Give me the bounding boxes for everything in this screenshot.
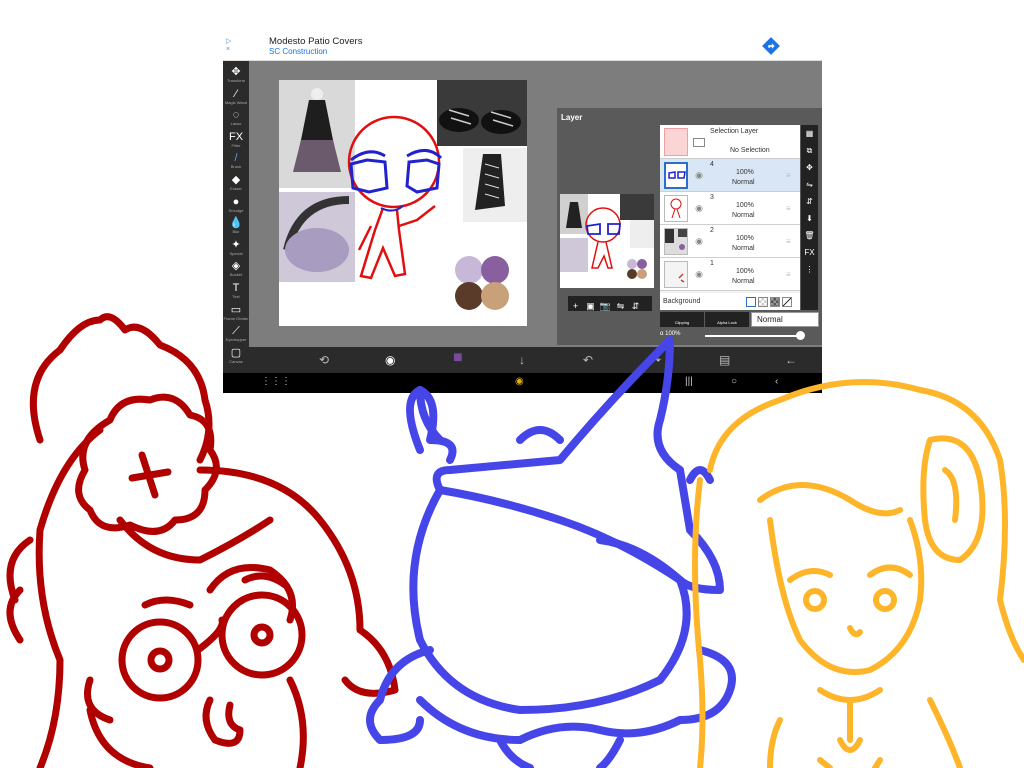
stage: ▷ × Modesto Patio Covers SC Construction … bbox=[0, 0, 1024, 768]
yellow-headphone-girl-drawing bbox=[692, 379, 1024, 768]
character-doodles bbox=[6, 313, 1024, 768]
blue-witch-hat-drawing bbox=[366, 336, 736, 768]
red-glasses-girl-drawing bbox=[6, 313, 399, 768]
